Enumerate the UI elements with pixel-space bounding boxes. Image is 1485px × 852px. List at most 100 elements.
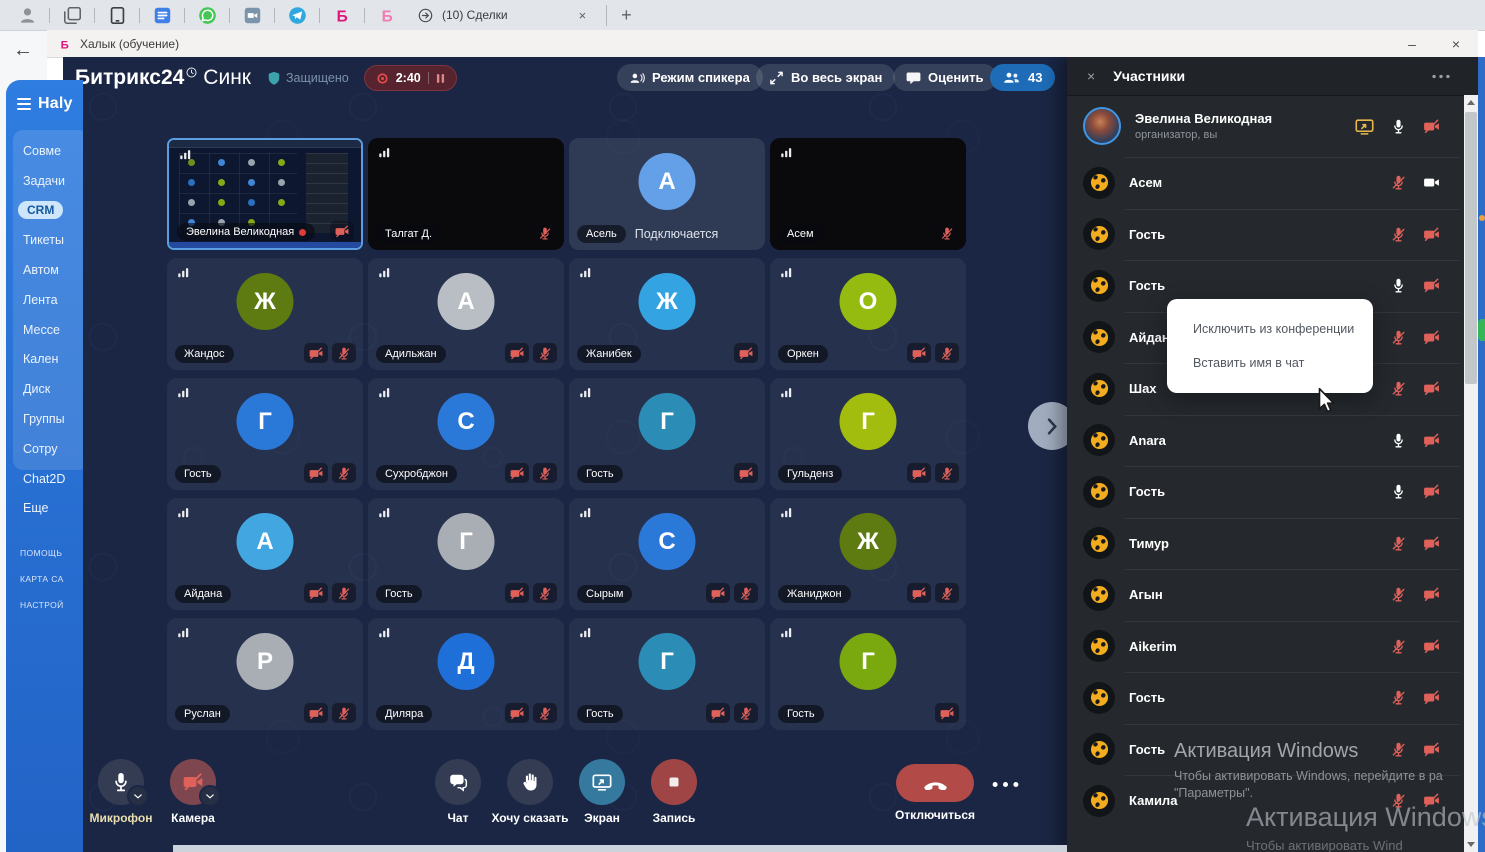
close-button[interactable]: × [1434,36,1478,52]
cam-off-toggle[interactable] [1423,227,1440,242]
sidebar-footer-item[interactable]: ПОМОЩЬ [6,540,83,566]
video-tile[interactable]: РРуслан [167,618,363,730]
video-tile[interactable]: ГГость [368,498,564,610]
sidebar-item-группы[interactable]: Группы [6,404,83,434]
new-tab-button[interactable]: + [606,5,646,26]
cam-off-toggle[interactable] [1423,330,1440,345]
participant-row[interactable]: Асем [1067,157,1464,209]
cam-off-toggle[interactable] [1423,381,1440,396]
participant-row[interactable]: Тимур [1067,518,1464,570]
video-tile[interactable]: Асем [770,138,966,250]
video-tile[interactable]: ГГость [569,618,765,730]
cam-off-toggle[interactable] [1423,433,1440,448]
mic-button[interactable] [98,759,144,805]
scrollbar-thumb[interactable] [1465,112,1477,384]
toolbar-profile-icon[interactable] [15,3,39,27]
chevron-down-icon[interactable] [199,785,221,807]
mic-off-toggle[interactable] [1390,330,1407,345]
toolbar-telegram-icon[interactable] [285,3,309,27]
mic-off-toggle[interactable] [1390,227,1407,242]
cam-on-toggle[interactable] [1423,175,1440,190]
cam-button[interactable] [170,759,216,805]
pause-icon[interactable] [436,73,445,84]
participant-row[interactable]: Гость [1067,672,1464,724]
mic-off-toggle[interactable] [1390,690,1407,705]
participant-row[interactable]: Гость [1067,466,1464,518]
toolbar-whatsapp-icon[interactable] [195,3,219,27]
mic-off-toggle[interactable] [1390,793,1407,808]
sidebar-item-еще[interactable]: Еще [6,494,83,524]
record-button[interactable] [651,759,697,805]
participants-count-button[interactable]: 43 [990,64,1055,91]
toolbar-b-logo-icon[interactable]: Б [330,3,354,27]
cam-off-toggle[interactable] [1423,119,1440,134]
hangup-button[interactable] [896,764,974,802]
screenshare-button[interactable] [1355,118,1374,135]
toolbar-stack-icon[interactable] [60,3,84,27]
cam-off-toggle[interactable] [1423,587,1440,602]
sidebar-item-мессе[interactable]: Мессе [6,315,83,345]
participant-row[interactable]: Aikerim [1067,621,1464,673]
toolbar-meet-icon[interactable] [240,3,264,27]
mic-off-toggle[interactable] [1390,587,1407,602]
sidebar-item-сотру[interactable]: Сотру [6,434,83,464]
video-tile[interactable]: ГГульденз [770,378,966,490]
video-tile[interactable]: ЖЖаниджон [770,498,966,610]
mic-on-toggle[interactable] [1390,433,1407,448]
video-tile[interactable]: ГГость [770,618,966,730]
cam-off-toggle[interactable] [1423,793,1440,808]
toolbar-tablet-icon[interactable] [105,3,129,27]
screen-button[interactable] [579,759,625,805]
sidebar-item-совме[interactable]: Совме [6,136,83,166]
context-menu-item[interactable]: Исключить из конференции [1167,312,1373,346]
scroll-down-icon[interactable] [1464,837,1478,852]
scrollbar[interactable] [1464,95,1478,852]
sidebar-item-crm[interactable]: CRM [6,196,83,226]
participant-row[interactable]: Агын [1067,569,1464,621]
participant-row[interactable]: Гость [1067,724,1464,776]
sidebar-item-кален[interactable]: Кален [6,345,83,375]
sidebar-item-автом[interactable]: Автом [6,255,83,285]
video-tile[interactable]: Талгат Д. [368,138,564,250]
cam-off-toggle[interactable] [1423,278,1440,293]
participant-row[interactable]: Эвелина Великоднаяорганизатор, вы [1067,95,1464,157]
sidebar-item-задачи[interactable]: Задачи [6,166,83,196]
back-button[interactable]: ← [13,40,33,60]
sidebar-item-диск[interactable]: Диск [6,374,83,404]
participant-row[interactable]: Камила [1067,775,1464,827]
sidebar-item-лента[interactable]: Лента [6,285,83,315]
video-tile[interactable]: ООркен [770,258,966,370]
mic-off-toggle[interactable] [1390,639,1407,654]
panel-more-button[interactable] [1432,74,1450,79]
mic-off-toggle[interactable] [1390,381,1407,396]
video-tile[interactable]: ААдильжан [368,258,564,370]
sidebar-item-chat2d[interactable]: Chat2D [6,464,83,494]
minimize-button[interactable]: – [1390,36,1434,52]
participant-row[interactable]: Anara [1067,415,1464,467]
mic-off-toggle[interactable] [1390,175,1407,190]
sidebar-footer-item[interactable]: КАРТА СА [6,566,83,592]
toolbar-b-logo-light-icon[interactable]: Б [375,3,399,27]
tab-close-button[interactable]: × [579,8,587,23]
toolbar-doc-icon[interactable] [150,3,174,27]
video-tile[interactable]: ЖЖанибек [569,258,765,370]
video-tile[interactable]: Эвелина Великодная [167,138,363,250]
rate-button[interactable]: Оценить [893,64,997,91]
browser-tab[interactable]: (10) Сделки × [406,0,598,30]
context-menu-item[interactable]: Вставить имя в чат [1167,346,1373,380]
speaker-mode-button[interactable]: Режим спикера [617,64,763,91]
video-tile[interactable]: ААсельПодключается [569,138,765,250]
menu-icon[interactable] [17,98,31,110]
mic-off-toggle[interactable] [1390,742,1407,757]
sidebar-item-тикеты[interactable]: Тикеты [6,225,83,255]
video-tile[interactable]: ССухробджон [368,378,564,490]
cam-off-toggle[interactable] [1423,690,1440,705]
video-tile[interactable]: ДДиляра [368,618,564,730]
video-tile[interactable]: ССырым [569,498,765,610]
mic-off-toggle[interactable] [1390,536,1407,551]
hand-button[interactable] [507,759,553,805]
chat-button[interactable] [435,759,481,805]
cam-off-toggle[interactable] [1423,536,1440,551]
video-tile[interactable]: ААйдана [167,498,363,610]
cam-off-toggle[interactable] [1423,639,1440,654]
